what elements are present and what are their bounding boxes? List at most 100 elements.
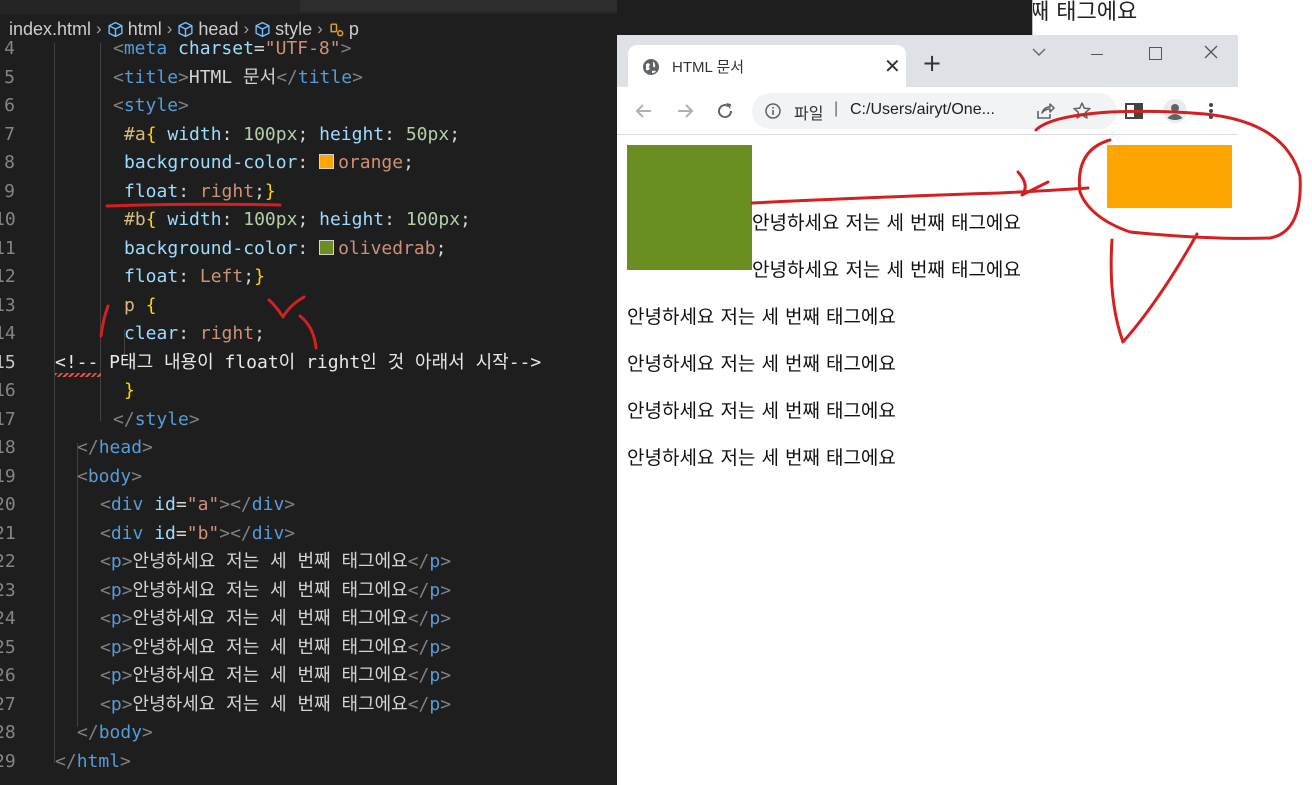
code-line[interactable]: 13 p { [0,292,617,320]
code-token: < [100,522,111,544]
code-token: p [110,636,122,658]
window-close-icon[interactable] [1203,44,1219,60]
code-line[interactable]: 12 float: Left;} [0,263,617,291]
code-line[interactable]: 24<p>안녕하세요 저는 세 번째 태그에요</p> [0,605,617,633]
code-token: height [319,123,385,145]
code-token: > [284,522,296,544]
browser-tab[interactable]: HTML 문서 ✕ [628,45,906,87]
code-line[interactable]: 27<p>안녕하세요 저는 세 번째 태그에요</p> [0,691,617,719]
code-token: } [254,266,265,287]
code-token: div [110,494,144,515]
star-icon[interactable] [1072,101,1092,121]
more-vertical-icon[interactable] [1207,101,1215,121]
code-token: </ [407,608,430,629]
code-line[interactable]: 21<div id="b"></div> [0,520,617,548]
code-token: < [100,693,111,715]
code-token: ; [297,123,320,145]
code-token: p [429,665,441,686]
code-token: id [154,522,176,544]
close-icon[interactable]: ✕ [884,54,901,78]
editor-tab[interactable] [300,0,617,12]
code-line[interactable]: 18 </head> [0,434,617,462]
forward-arrow-icon[interactable] [675,101,695,121]
code-token: > [121,693,133,715]
avatar[interactable] [1163,99,1187,123]
code-token: </ [113,408,135,430]
address-url: C:/Users/airyt/One... [850,101,995,118]
code-token: < [100,579,111,601]
code-token: p [429,579,441,601]
line-number: 25 [0,636,16,658]
code-line[interactable]: 26<p>안녕하세요 저는 세 번째 태그에요</p> [0,662,617,690]
code-line[interactable]: 10 #b{ width: 100px; height: 100px; [0,206,617,234]
code-line[interactable]: 15 <!-- P태그 내용이 float이 right인 것 아래서 시작--> [0,349,617,377]
background-window-edge [1032,0,1033,35]
code-token: p [124,294,135,316]
code-line[interactable]: 25<p>안녕하세요 저는 세 번째 태그에요</p> [0,634,617,662]
code-token: < [100,665,111,686]
line-number: 8 [4,152,15,173]
line-number: 6 [4,95,15,116]
share-icon[interactable] [1035,102,1055,120]
code-line[interactable]: 4 <meta charset="UTF-8"> [0,35,617,63]
code-line[interactable]: 23<p>안녕하세요 저는 세 번째 태그에요</p> [0,577,617,605]
code-area[interactable]: 4 <meta charset="UTF-8"> 5 <title>HTML 문서</… [0,35,617,785]
line-number: 28 [0,722,16,743]
code-line[interactable]: 7 #a{ width: 100px; height: 50px; [0,121,617,149]
color-swatch-icon [319,154,335,169]
line-number: 5 [4,66,15,88]
code-line[interactable]: 9 float: right;} [0,178,617,206]
minimize-icon[interactable] [1091,54,1103,55]
code-token: height [319,209,385,230]
code-line[interactable]: 8 background-color: orange; [0,149,617,177]
code-text: background-color: olivedrab; [124,235,446,263]
code-token: p [429,693,441,715]
code-token: #b [124,209,146,230]
line-number: 22 [0,551,16,572]
code-line[interactable]: 22<p>안녕하세요 저는 세 번째 태그에요</p> [0,548,617,576]
code-line[interactable]: 29 </html> [0,748,617,776]
new-tab-button[interactable]: + [922,51,942,75]
code-line[interactable]: 19 <body> [0,463,617,491]
address-bar[interactable]: 파일 | C:/Users/airyt/One... [752,93,1117,129]
code-token: div [110,522,144,544]
address-separator: | [834,100,839,117]
line-number: 12 [0,266,16,287]
code-token: head [98,437,143,458]
code-token: 50px [405,123,450,145]
maximize-icon[interactable] [1149,47,1162,60]
code-line[interactable]: 16} [0,377,617,405]
code-token: ; [460,209,471,230]
code-token: right [199,323,255,344]
code-token: : [178,266,200,287]
code-token: > [440,579,452,601]
code-token: : [384,123,406,145]
side-panel-icon[interactable] [1124,101,1144,121]
info-icon[interactable] [765,103,781,119]
code-token: title [297,66,353,88]
code-line[interactable]: 5 <title>HTML 문서</title> [0,64,617,92]
code-token: > [440,551,452,572]
code-line[interactable]: 14 clear: right; [0,320,617,348]
code-token: : [221,123,244,145]
chevron-down-icon[interactable] [1031,45,1047,59]
reload-icon[interactable] [715,101,735,121]
back-arrow-icon[interactable] [634,101,654,121]
code-line[interactable]: 20<div id="a"></div> [0,491,617,519]
code-line[interactable]: 28 </body> [0,719,617,747]
line-number: 4 [4,38,15,59]
error-squiggle [55,372,101,377]
code-token: 100px [243,123,298,145]
code-token: body [98,722,143,743]
code-line[interactable]: 17 </style> [0,406,617,434]
code-text: <style> [113,92,189,120]
browser-window: HTML 문서 ✕ + 파일 | C:/Users/airyt/One... 안… [617,35,1238,785]
code-line[interactable]: 6 <style> [0,92,617,120]
code-line[interactable]: 11 background-color: olivedrab; [0,235,617,263]
code-editor: index.html › html › head › style › p 4 <m… [0,0,617,785]
page-viewport: 안녕하세요 저는 세 번째 태그에요 안녕하세요 저는 세 번째 태그에요 안녕… [617,135,1238,785]
paragraph: 안녕하세요 저는 세 번째 태그에요 [627,353,896,375]
code-token: div [251,494,285,515]
code-token: > [121,665,133,686]
